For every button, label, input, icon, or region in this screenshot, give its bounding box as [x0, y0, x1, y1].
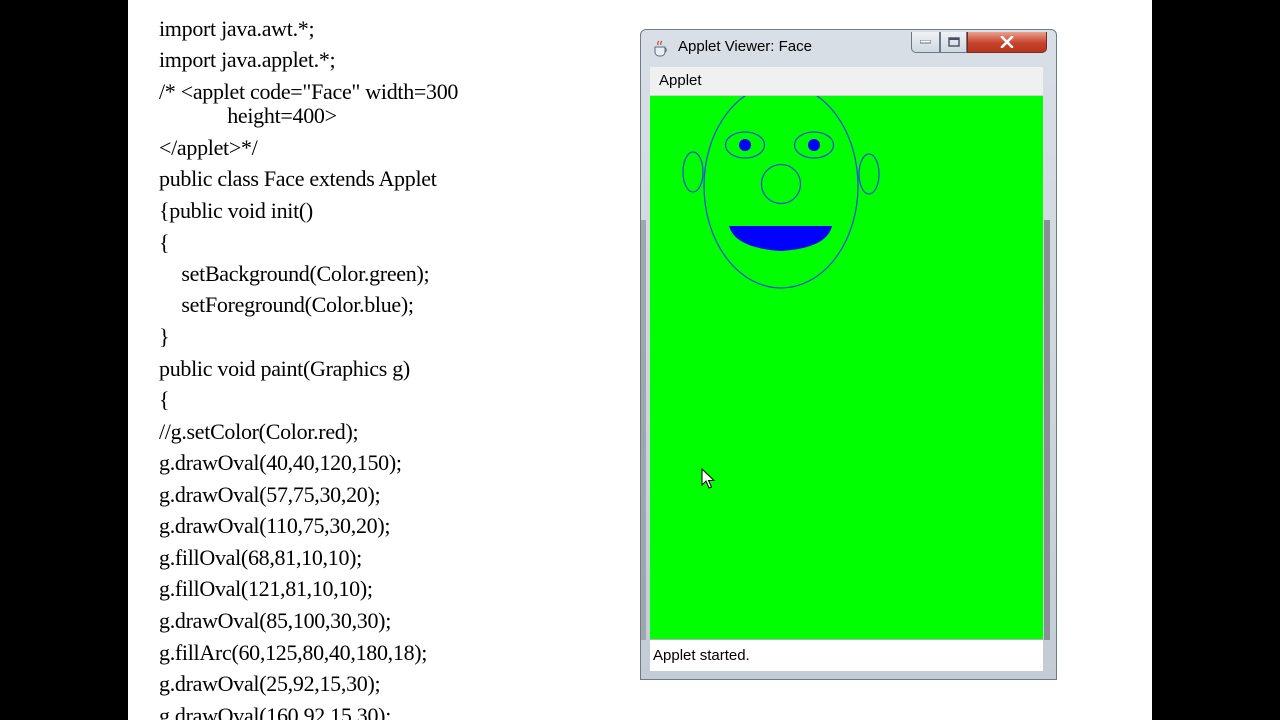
- code-line: g.fillArc(60,125,80,40,180,18);: [159, 640, 428, 665]
- code-line: public class Face extends Applet: [159, 166, 437, 191]
- right-pupil: [808, 139, 820, 151]
- code-line: public void paint(Graphics g): [159, 356, 410, 381]
- maximize-button[interactable]: [940, 32, 967, 53]
- code-line: g.drawOval(160,92,15,30);: [159, 703, 392, 720]
- code-line: {: [159, 387, 170, 412]
- close-icon: [1000, 36, 1014, 48]
- menu-bar: Applet: [650, 67, 1043, 96]
- applet-viewer-window[interactable]: Applet Viewer: Face Applet Applet starte…: [640, 29, 1057, 680]
- window-right-edge: [1044, 220, 1050, 640]
- code-line: g.drawOval(110,75,30,20);: [159, 513, 391, 538]
- code-line: /* <applet code="Face" width=300: [159, 79, 459, 104]
- maximize-icon: [947, 37, 960, 47]
- slide: import java.awt.*; import java.applet.*; /…: [128, 0, 1152, 720]
- left-pupil: [739, 139, 751, 151]
- code-line: setBackground(Color.green);: [171, 261, 430, 286]
- nose: [760, 163, 802, 205]
- code-line: {public void init(): [159, 198, 313, 223]
- applet-canvas[interactable]: [650, 96, 1043, 639]
- minimize-button[interactable]: [911, 32, 940, 53]
- title-bar[interactable]: Applet Viewer: Face: [641, 30, 1056, 67]
- code-line: g.drawOval(57,75,30,20);: [159, 482, 381, 507]
- code-line: setForeground(Color.blue);: [171, 292, 414, 317]
- code-line: g.drawOval(25,92,15,30);: [159, 671, 381, 696]
- code-line: }: [159, 324, 170, 349]
- status-bar: Applet started.: [650, 639, 1043, 671]
- code-line: g.fillOval(121,81,10,10);: [159, 576, 373, 601]
- code-line: import java.awt.*;: [159, 16, 315, 41]
- right-ear: [858, 153, 880, 195]
- window-left-edge: [641, 220, 646, 640]
- menu-applet[interactable]: Applet: [659, 72, 702, 89]
- code-line: g.drawOval(85,100,30,30);: [159, 608, 392, 633]
- face-drawing: [682, 96, 880, 289]
- close-button[interactable]: [967, 32, 1047, 53]
- code-line: g.drawOval(40,40,120,150);: [159, 450, 402, 475]
- code-line: import java.applet.*;: [159, 47, 336, 72]
- code-line: {: [159, 230, 170, 255]
- head-outline: [703, 96, 859, 289]
- code-line: g.fillOval(68,81,10,10);: [159, 545, 362, 570]
- code-line: </applet>*/: [159, 135, 258, 160]
- left-ear: [682, 151, 704, 193]
- mouse-pointer-icon: [701, 468, 715, 489]
- code-line: height=400>: [196, 103, 337, 128]
- mouth: [729, 226, 832, 251]
- minimize-icon: [920, 40, 931, 44]
- code-line: //g.setColor(Color.red);: [159, 419, 359, 444]
- window-title: Applet Viewer: Face: [678, 38, 812, 55]
- java-cup-icon: [654, 40, 667, 57]
- status-text: Applet started.: [653, 647, 750, 664]
